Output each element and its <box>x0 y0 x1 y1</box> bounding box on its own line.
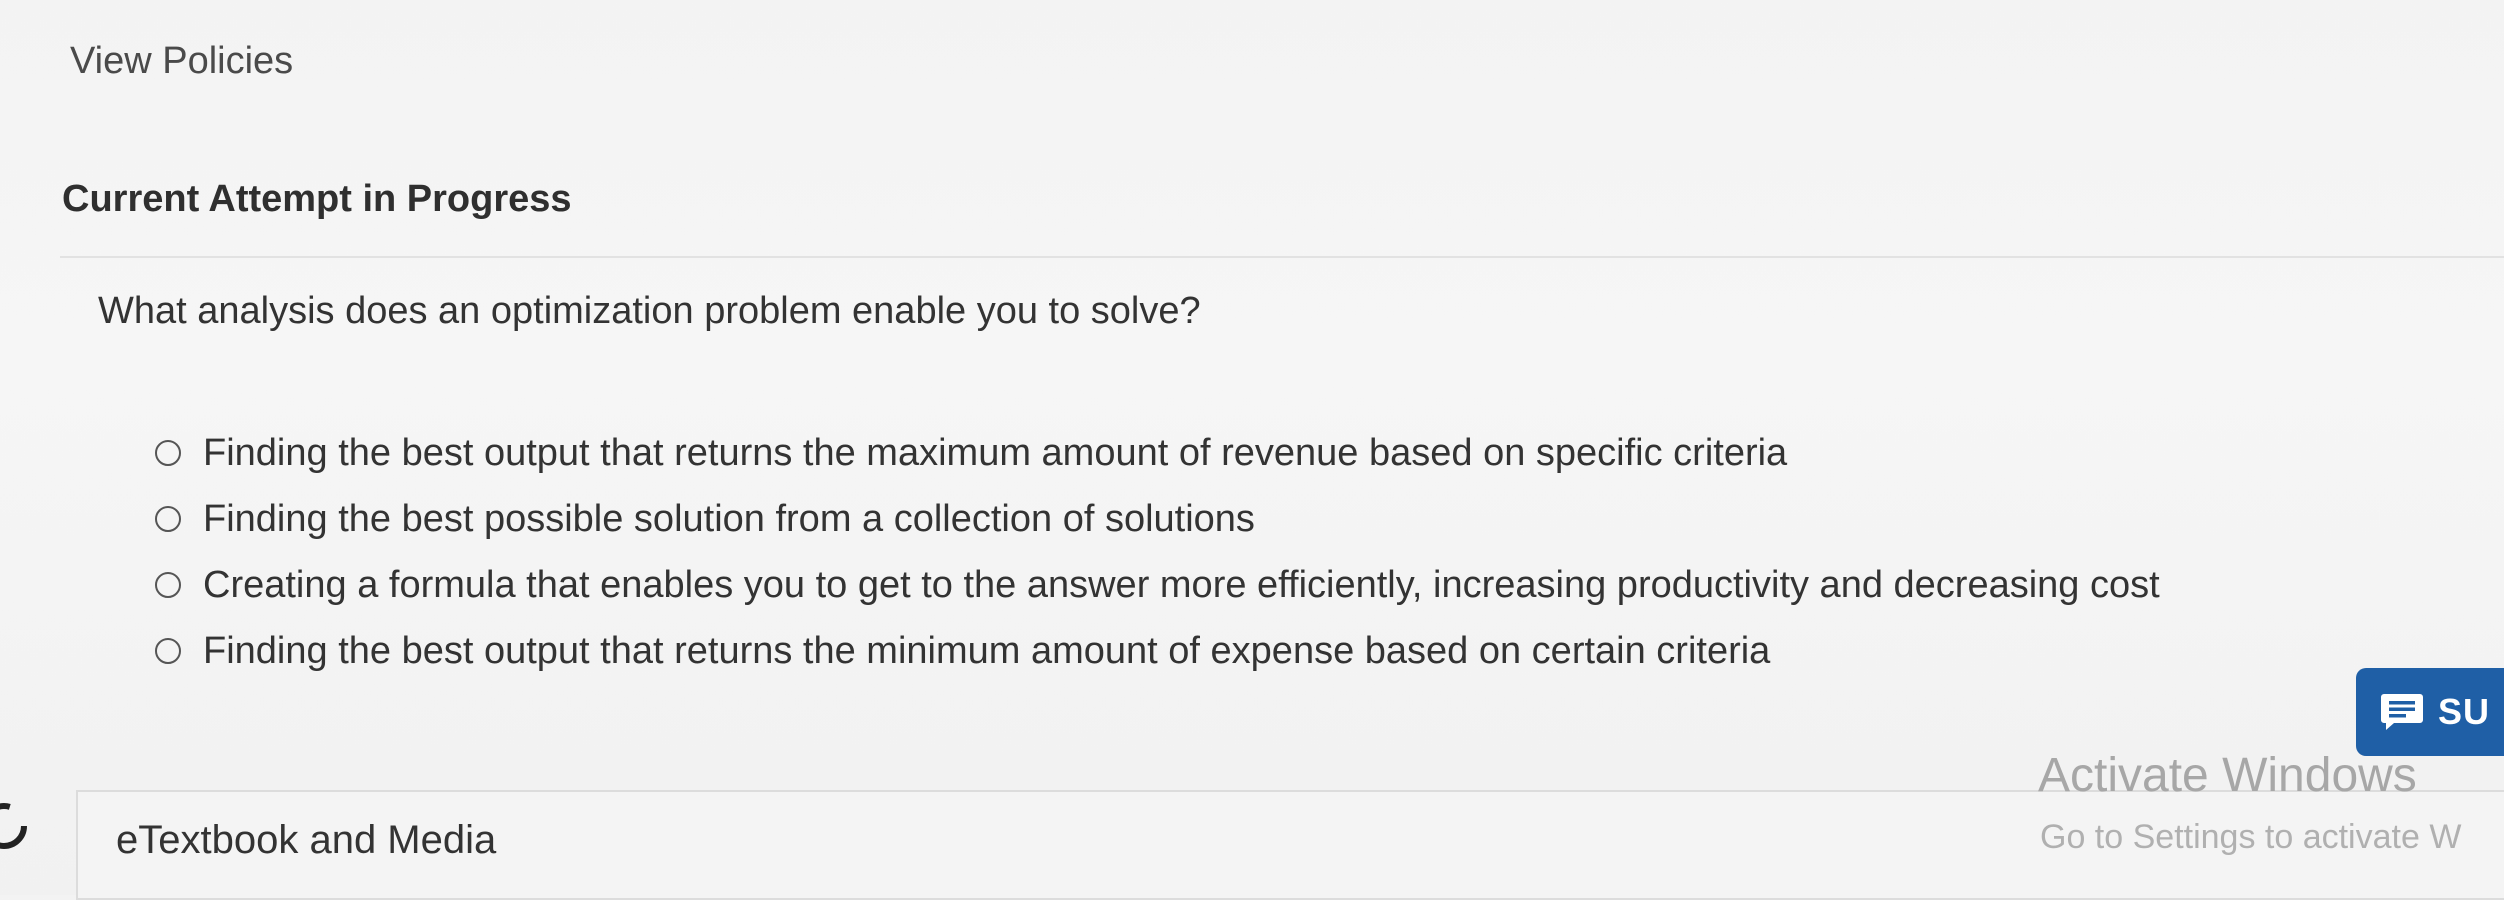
answer-option-label: Creating a formula that enables you to g… <box>203 563 2160 606</box>
answer-options: Finding the best output that returns the… <box>155 420 2160 684</box>
section-divider <box>60 256 2504 258</box>
view-policies-link[interactable]: View Policies <box>70 40 293 83</box>
chat-icon <box>2380 692 2424 732</box>
attempt-heading: Current Attempt in Progress <box>62 178 572 220</box>
radio-button[interactable] <box>155 440 181 466</box>
support-label: SU <box>2438 691 2491 732</box>
radio-button[interactable] <box>155 638 181 664</box>
question-text: What analysis does an optimization probl… <box>98 290 1201 332</box>
answer-option-3[interactable]: Creating a formula that enables you to g… <box>155 552 2160 618</box>
etextbook-media-label[interactable]: eTextbook and Media <box>116 818 496 863</box>
partial-circle-icon[interactable] <box>0 800 30 852</box>
answer-option-label: Finding the best output that returns the… <box>203 431 1788 474</box>
activate-windows-subtitle: Go to Settings to activate W <box>2040 818 2462 856</box>
answer-option-label: Finding the best possible solution from … <box>203 497 1255 540</box>
activate-windows-title: Activate Windows <box>2038 749 2417 802</box>
answer-option-1[interactable]: Finding the best output that returns the… <box>155 420 2160 486</box>
answer-option-2[interactable]: Finding the best possible solution from … <box>155 486 2160 552</box>
answer-option-label: Finding the best output that returns the… <box>203 629 1771 672</box>
radio-button[interactable] <box>155 506 181 532</box>
answer-option-4[interactable]: Finding the best output that returns the… <box>155 618 2160 684</box>
radio-button[interactable] <box>155 572 181 598</box>
support-button[interactable]: SU <box>2356 668 2504 756</box>
